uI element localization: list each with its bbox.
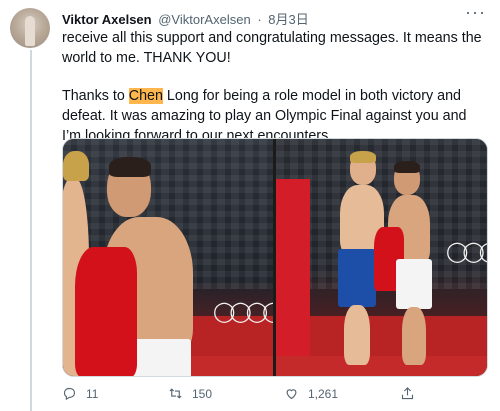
thread-connector-line bbox=[30, 50, 32, 411]
tweet-paragraph-1: receive all this support and congratulat… bbox=[62, 30, 482, 66]
player-b-hair bbox=[394, 161, 420, 173]
tweet-paragraph-2: Thanks to Chen Long for being a role mod… bbox=[62, 86, 487, 146]
heart-icon bbox=[286, 389, 297, 400]
red-jersey bbox=[75, 247, 137, 376]
share-icon bbox=[401, 387, 414, 400]
highlighted-word: Chen bbox=[128, 88, 163, 104]
olympic-rings-icon: ◯◯◯◯◯ bbox=[446, 241, 487, 263]
share-button[interactable] bbox=[400, 386, 415, 401]
like-count: 1,261 bbox=[308, 386, 339, 401]
photo-2[interactable]: ◯◯◯◯◯ bbox=[276, 139, 487, 376]
p2-lead: Thanks to bbox=[62, 88, 129, 104]
author-name[interactable]: Viktor Axelsen bbox=[62, 12, 152, 27]
player-left-hair bbox=[63, 151, 89, 181]
retweet-button[interactable]: 150 bbox=[168, 386, 212, 401]
tweet-media-grid: ◯◯◯◯◯ ◯◯◯◯◯ bbox=[62, 138, 488, 377]
olympic-rings-icon: ◯◯◯◯◯ bbox=[213, 301, 273, 323]
player-b-legs bbox=[402, 307, 426, 365]
retweet-icon bbox=[169, 388, 182, 399]
reply-count: 11 bbox=[86, 386, 99, 401]
umpire-stand bbox=[276, 179, 310, 376]
retweet-count: 150 bbox=[192, 386, 213, 401]
author-avatar[interactable] bbox=[10, 8, 50, 48]
header-separator: · bbox=[257, 12, 262, 27]
tweet-text: receive all this support and congratulat… bbox=[62, 28, 487, 146]
avatar-figure bbox=[25, 16, 35, 46]
player-a-shorts bbox=[338, 249, 376, 307]
more-icon[interactable]: ··· bbox=[465, 2, 486, 23]
reply-icon bbox=[63, 387, 76, 401]
photo-1[interactable]: ◯◯◯◯◯ bbox=[63, 139, 273, 376]
like-button[interactable]: 1,261 bbox=[284, 386, 338, 401]
author-handle[interactable]: @ViktorAxelsen bbox=[158, 12, 250, 27]
player-b-shorts bbox=[396, 259, 432, 309]
tweet-date[interactable]: 8月3日 bbox=[268, 12, 308, 27]
player-a-hair bbox=[350, 151, 376, 163]
player-a-legs bbox=[344, 305, 370, 365]
court-floor bbox=[276, 356, 487, 376]
reply-button[interactable]: 11 bbox=[62, 386, 98, 401]
tweet-header: Viktor Axelsen @ViktorAxelsen · 8月3日 bbox=[62, 9, 309, 28]
tweet-actions: 11 150 1,261 bbox=[62, 386, 487, 404]
player-hair bbox=[109, 157, 151, 177]
